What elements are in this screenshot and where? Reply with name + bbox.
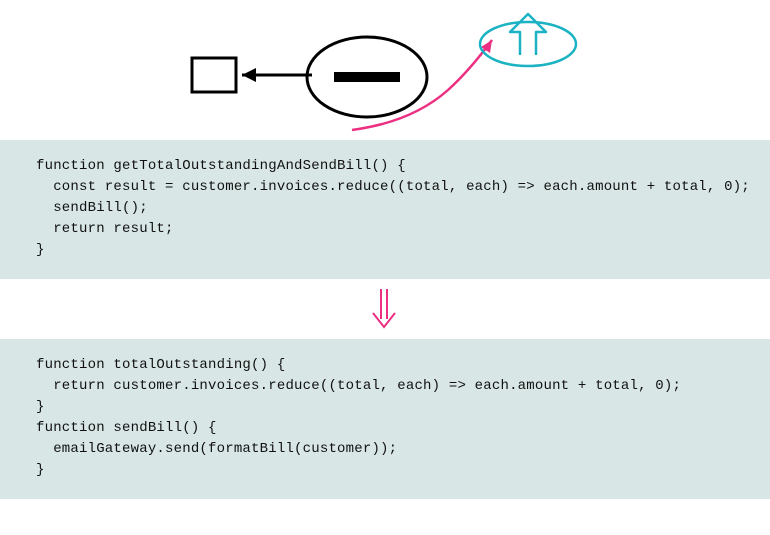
transition-arrow-area [0,279,770,339]
dashed-oval-revert-icon [480,22,576,66]
refactoring-diagram [0,0,770,140]
arrow-left-head-icon [242,68,256,82]
rectangle-box-icon [192,58,236,92]
code-after-block: function totalOutstanding() { return cus… [0,339,770,499]
revert-arrow-icon [510,14,546,55]
down-double-arrow-icon [373,289,395,327]
code-before-block: function getTotalOutstandingAndSendBill(… [0,140,770,279]
oval-bar-icon [334,72,400,82]
